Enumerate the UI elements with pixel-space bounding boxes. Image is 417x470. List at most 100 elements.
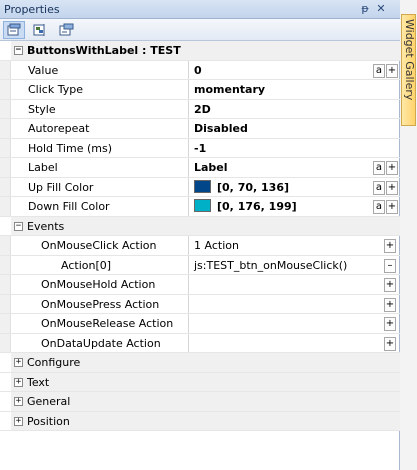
property-value[interactable]: [0, 70, 136] [189, 178, 400, 197]
close-icon[interactable]: ✕ [374, 2, 388, 16]
property-name: Value [11, 60, 189, 79]
color-swatch [194, 199, 211, 212]
row-gutter [0, 138, 11, 157]
property-value-text: Disabled [194, 122, 248, 135]
property-name: Down Fill Color [11, 197, 189, 216]
event-name-text: OnDataUpdate Action [41, 336, 161, 350]
category-row[interactable]: + Text [0, 372, 400, 392]
auto-button[interactable]: a [373, 180, 385, 195]
row-gutter [0, 255, 11, 274]
property-row[interactable]: Down Fill Color [0, 176, 199] a + [0, 197, 400, 217]
alphabetical-view-button[interactable] [28, 21, 50, 39]
auto-button[interactable]: a [373, 161, 385, 175]
property-row[interactable]: Hold Time (ms) -1 [0, 138, 400, 158]
add-action-button[interactable]: + [384, 317, 396, 331]
widget-gallery-tab[interactable]: Widget Gallery [401, 14, 416, 126]
auto-button[interactable]: a [373, 63, 385, 78]
event-row[interactable]: −OnMouseClick Action1 Action+ [0, 236, 400, 256]
alphabetical-view-icon [33, 24, 45, 36]
property-row[interactable]: Autorepeat Disabled [0, 119, 400, 139]
collapse-icon[interactable]: − [14, 46, 23, 55]
property-value-text: momentary [194, 83, 266, 96]
property-value[interactable]: momentary [189, 80, 400, 99]
property-value-text: Label [194, 161, 228, 174]
category-row-events[interactable]: − Events [0, 216, 400, 236]
properties-panel: Properties ᵽ ✕ − ButtonsWithLabel: TEST… [0, 0, 400, 470]
event-value[interactable] [189, 334, 400, 353]
event-name-text: OnMousePress Action [41, 297, 160, 311]
collapse-icon[interactable]: − [14, 221, 23, 231]
property-row[interactable]: Up Fill Color [0, 70, 136] a + [0, 177, 400, 197]
expand-icon[interactable]: + [14, 358, 23, 367]
add-action-button[interactable]: + [384, 278, 396, 292]
event-row[interactable]: OnDataUpdate Action + [0, 333, 400, 353]
event-name-text: OnMouseRelease Action [41, 317, 174, 330]
property-value-text: [0, 70, 136] [217, 180, 289, 194]
event-name-text: OnMouseClick Action [41, 239, 157, 252]
expand-icon[interactable]: + [14, 377, 23, 387]
category-row[interactable]: + Configure [0, 353, 400, 373]
property-pages-icon [59, 23, 74, 36]
property-row[interactable]: Click Type momentary [0, 80, 400, 100]
color-swatch [194, 179, 211, 193]
event-value[interactable]: js:TEST_btn_onMouseClick() [189, 256, 400, 275]
property-value-text: [0, 176, 199] [217, 200, 297, 213]
row-gutter [0, 333, 11, 352]
row-gutter [0, 294, 11, 313]
property-name: Style [11, 99, 189, 118]
add-action-button[interactable]: + [384, 239, 396, 253]
event-row[interactable]: OnMouseRelease Action + [0, 314, 400, 334]
property-value[interactable]: 0 [189, 61, 400, 80]
property-value-text: 0 [194, 63, 202, 77]
category-label: Configure [27, 356, 81, 369]
event-row[interactable]: OnMouseHold Action + [0, 275, 400, 295]
property-name: Hold Time (ms) [11, 138, 189, 157]
remove-action-button[interactable]: – [384, 258, 396, 273]
category-row[interactable]: + Position [0, 411, 400, 431]
panel-title: Properties [4, 3, 60, 16]
add-action-button[interactable]: + [384, 336, 396, 351]
event-name: Action[0] [11, 255, 189, 274]
category-label: Text [27, 375, 50, 389]
categorized-view-button[interactable] [3, 21, 25, 39]
event-value[interactable] [189, 314, 400, 333]
event-row[interactable]: OnMousePress Action + [0, 294, 400, 314]
add-button[interactable]: + [386, 180, 398, 195]
property-name: Up Fill Color [11, 177, 189, 196]
property-value[interactable]: [0, 176, 199] [189, 197, 400, 216]
property-value[interactable]: 2D [189, 100, 400, 119]
row-gutter [0, 60, 11, 79]
event-value[interactable] [189, 275, 400, 294]
category-label: General [27, 395, 71, 408]
property-name: Click Type [11, 80, 189, 99]
event-name: OnMousePress Action [11, 294, 189, 313]
event-value[interactable]: 1 Action [189, 236, 400, 255]
property-value[interactable]: Label [189, 158, 400, 177]
add-button[interactable]: + [386, 161, 398, 175]
pin-icon[interactable]: ᵽ [358, 2, 372, 16]
property-row[interactable]: Value 0 a + [0, 60, 400, 80]
expand-icon[interactable]: + [14, 397, 23, 406]
side-tab-strip: Widget Gallery [400, 0, 417, 470]
property-row[interactable]: Label Label a + [0, 158, 400, 178]
property-row[interactable]: Style 2D [0, 99, 400, 119]
property-name: Label [11, 158, 189, 177]
expand-icon[interactable]: + [14, 416, 23, 426]
event-row[interactable]: Action[0] js:TEST_btn_onMouseClick() – [0, 255, 400, 275]
add-button[interactable]: + [386, 63, 398, 78]
add-button[interactable]: + [386, 200, 398, 214]
category-row[interactable]: + General [0, 392, 400, 412]
event-name: OnDataUpdate Action [11, 333, 189, 352]
property-value[interactable]: Disabled [189, 119, 400, 138]
row-gutter [0, 314, 11, 333]
category-row-header[interactable]: − ButtonsWithLabel : TEST [0, 41, 400, 61]
row-gutter [0, 119, 11, 138]
auto-button[interactable]: a [373, 200, 385, 214]
property-grid: − ButtonsWithLabel : TEST Value 0 a + Click … [0, 41, 400, 431]
property-value[interactable]: -1 [189, 139, 400, 158]
category-label: Events [27, 219, 65, 233]
property-pages-button[interactable] [55, 21, 77, 39]
event-value[interactable] [189, 295, 400, 314]
add-action-button[interactable]: + [384, 297, 396, 312]
property-value-text: -1 [194, 141, 207, 155]
